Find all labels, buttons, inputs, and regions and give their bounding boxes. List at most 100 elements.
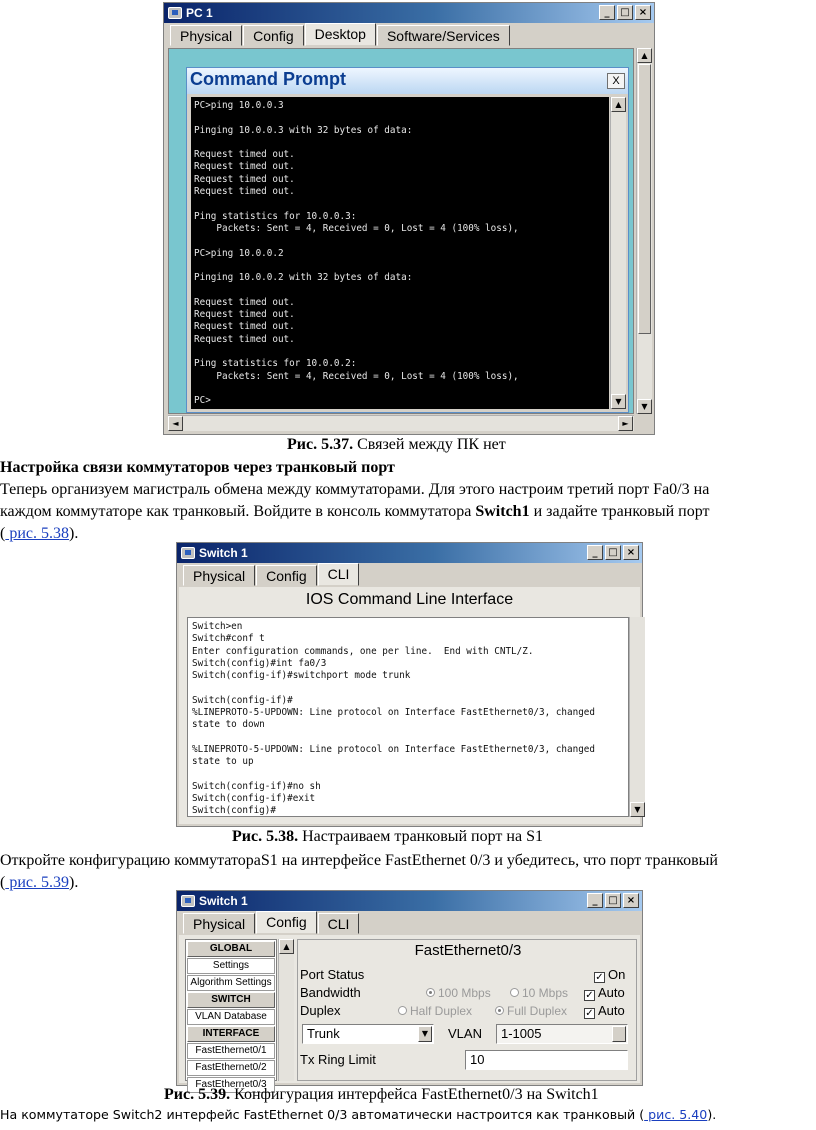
vlan-field[interactable]: 1-1005 (496, 1024, 628, 1044)
console-line: Switch(config-if)#no sh (192, 780, 321, 792)
console-line: Request timed out. (194, 186, 295, 198)
tab-config[interactable]: Config (243, 25, 304, 46)
chevron-down-icon: ▼ (418, 1026, 432, 1042)
scroll-up-button[interactable]: ▲ (637, 48, 652, 63)
bandwidth-100-radio[interactable]: 100 Mbps (426, 986, 491, 1000)
maximize-button[interactable]: □ (605, 893, 621, 908)
scroll-left-button[interactable]: ◄ (168, 416, 183, 431)
figure-link-5-40[interactable]: рис. 5.40 (644, 1107, 707, 1122)
paragraph-line-2: каждом коммутаторе как транковый. Войдит… (0, 501, 816, 523)
maximize-button[interactable]: □ (605, 545, 621, 560)
tab-physical[interactable]: Physical (170, 25, 243, 46)
half-duplex-radio[interactable]: Half Duplex (398, 1004, 472, 1018)
minimize-button[interactable]: _ (587, 545, 603, 560)
tab-software-services[interactable]: Software/Services (376, 25, 510, 46)
port-status-checkbox[interactable]: ✓ On (594, 967, 625, 983)
radio-icon (426, 988, 435, 997)
console-line: state to up (192, 756, 254, 768)
console-line: %LINEPROTO-5-UPDOWN: Line protocol on In… (192, 707, 595, 719)
radio-icon (398, 1006, 407, 1015)
config-nav-scroll-up[interactable]: ▲ (279, 939, 294, 954)
tab-cli[interactable]: CLI (317, 563, 360, 586)
bandwidth-10-radio[interactable]: 10 Mbps (510, 986, 568, 1000)
scroll-thumb[interactable] (638, 64, 651, 334)
caption-text: Связей между ПК нет (353, 436, 506, 453)
tab-desktop[interactable]: Desktop (304, 23, 376, 46)
close-button[interactable]: × (623, 893, 639, 908)
tab-physical[interactable]: Physical (183, 913, 256, 934)
command-prompt-close-button[interactable]: X (607, 73, 625, 89)
vlan-field-button[interactable] (612, 1026, 626, 1042)
minimize-button[interactable]: _ (587, 893, 603, 908)
config-nav-scrollbar[interactable]: ▲ (278, 939, 294, 1081)
command-prompt-window: Command Prompt X PC>ping 10.0.0.3 Pingin… (186, 67, 629, 413)
console-line: Request timed out. (194, 309, 295, 321)
console-scrollbar[interactable]: ▲ ▼ (610, 97, 626, 409)
paren-close: ). (69, 874, 79, 891)
console-output[interactable]: PC>ping 10.0.0.3 Pinging 10.0.0.3 with 3… (191, 97, 609, 409)
paragraph-text: каждом коммутаторе как транковый. Войдит… (0, 503, 476, 520)
console-line: Switch(config)#int fa0/3 (192, 657, 327, 669)
tab-config[interactable]: Config (256, 565, 317, 586)
paragraph-text: Откройте конфигурацию коммутатораS1 на и… (0, 852, 718, 869)
cli-scrollbar[interactable]: ▼ (629, 617, 645, 817)
console-scroll-down[interactable]: ▼ (611, 394, 626, 409)
config-nav-item[interactable]: Algorithm Settings (187, 975, 275, 991)
console-line: Pinging 10.0.0.3 with 32 bytes of data: (194, 124, 413, 136)
figure-link-5-38[interactable]: рис. 5.38 (5, 525, 69, 542)
port-status-label: Port Status (300, 967, 365, 982)
config-nav-section-header: GLOBAL (187, 941, 275, 957)
tab-config[interactable]: Config (256, 911, 317, 934)
ios-cli-output[interactable]: Switch>en Switch#conf t Enter configuratio… (187, 617, 629, 817)
console-line: Switch>en (192, 621, 243, 632)
figure-caption-5-39: Рис. 5.39. Конфигурация интерфейса FastE… (164, 1086, 599, 1104)
console-line: Packets: Sent = 4, Received = 0, Lost = … (194, 222, 519, 234)
maximize-button[interactable]: □ (617, 5, 633, 20)
scroll-right-button[interactable]: ► (618, 416, 633, 431)
minimize-button[interactable]: _ (599, 5, 615, 20)
switch1-tabs: Physical Config CLI (183, 563, 360, 587)
config-nav-item[interactable]: FastEthernet0/1 (187, 1043, 275, 1059)
desktop-scrollbar[interactable]: ▲ ▼ (636, 48, 652, 414)
cli-panel: IOS Command Line Interface Switch>en Swit… (179, 587, 645, 824)
switch1-config-window-title: Switch 1 (199, 894, 248, 908)
bw-10-label: 10 Mbps (522, 986, 569, 1000)
pc1-tabs: Physical Config Desktop Software/Service… (170, 23, 511, 47)
config-nav-item[interactable]: FastEthernet0/2 (187, 1060, 275, 1076)
caption-number: Рис. 5.37. (287, 436, 354, 453)
tab-physical[interactable]: Physical (183, 565, 256, 586)
check-icon: ✓ (584, 1008, 595, 1019)
close-button[interactable]: × (623, 545, 639, 560)
config-nav-item[interactable]: Settings (187, 958, 275, 974)
port-mode-value: Trunk (307, 1026, 340, 1041)
interface-panel-title: FastEthernet0/3 (414, 942, 522, 959)
close-button[interactable]: × (635, 5, 651, 20)
duplex-auto-checkbox[interactable]: ✓ Auto (584, 1003, 625, 1019)
full-duplex-radio[interactable]: Full Duplex (495, 1004, 567, 1018)
command-prompt-titlebar: Command Prompt X (187, 68, 628, 94)
paragraph2-line-1: Откройте конфигурацию коммутатораS1 на и… (0, 850, 816, 872)
caption-number: Рис. 5.38. (232, 828, 299, 845)
scroll-down-button[interactable]: ▼ (637, 399, 652, 414)
switch1-cli-window: Switch 1 _ □ × Physical Config CLI IOS C… (176, 542, 645, 827)
caption-number: Рис. 5.39. (164, 1086, 231, 1103)
console-line: Ping statistics for 10.0.0.3: (194, 210, 357, 222)
console-line: PC>ping 10.0.0.3 (194, 100, 284, 111)
tab-cli[interactable]: CLI (317, 913, 360, 934)
figure-link-5-39[interactable]: рис. 5.39 (5, 874, 69, 891)
tx-ring-limit-field[interactable]: 10 (465, 1050, 628, 1070)
paren-close: ). (69, 525, 79, 542)
cli-scroll-down[interactable]: ▼ (630, 802, 645, 817)
bandwidth-auto-checkbox[interactable]: ✓ Auto (584, 985, 625, 1001)
port-mode-select[interactable]: Trunk ▼ (302, 1024, 434, 1044)
duplex-label: Duplex (300, 1003, 341, 1018)
desktop-hscrollbar[interactable]: ◄ ► (168, 415, 634, 431)
caption-text: Настраиваем транковый порт на S1 (298, 828, 543, 845)
console-scroll-up[interactable]: ▲ (611, 97, 626, 112)
config-nav-item[interactable]: VLAN Database (187, 1009, 275, 1025)
pc-icon (168, 7, 182, 19)
